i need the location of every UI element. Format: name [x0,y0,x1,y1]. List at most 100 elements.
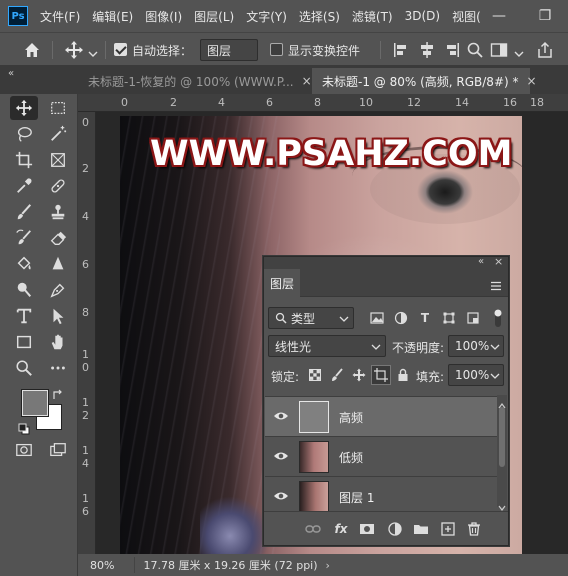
type-tool-icon[interactable] [10,304,38,328]
opacity-input[interactable]: 100% [448,335,504,357]
search-icon [275,312,287,324]
hand-tool-icon[interactable] [44,330,72,354]
collapse-panel-icon[interactable]: « [478,256,484,267]
screen-mode-icon[interactable] [44,438,72,462]
menu-type[interactable]: 文字(Y) [246,8,287,25]
restore-button[interactable]: ❐ [522,0,568,32]
menu-edit[interactable]: 编辑(E) [92,8,133,25]
add-mask-icon[interactable] [358,520,376,538]
filter-smart-object-icon[interactable] [464,309,482,327]
dodge-tool-icon[interactable] [10,278,38,302]
collapse-toolbar-icon[interactable]: « [8,68,14,79]
link-layers-icon[interactable] [304,520,322,538]
move-tool-icon[interactable] [10,96,38,120]
new-layer-icon[interactable] [439,520,457,538]
scroll-up-icon[interactable] [498,395,506,409]
close-icon[interactable]: × [302,74,312,88]
menu-filter[interactable]: 滤镜(T) [352,8,393,25]
delete-layer-icon[interactable] [465,520,483,538]
align-center-icon[interactable] [418,41,436,59]
tab-recovered-document[interactable]: 未标题-1-恢复的 @ 100% (WWW.P... × [78,68,312,94]
visibility-eye-icon[interactable] [273,450,289,462]
marquee-tool-icon[interactable] [44,96,72,120]
home-icon[interactable] [22,40,42,60]
move-tool-icon[interactable] [64,40,84,60]
chevron-down-icon[interactable] [88,44,98,57]
layers-panel: « × 图层 类型 T 线性光 不透明度: 100% 锁定: 填充: 100% … [263,255,509,546]
layer-filter-dropdown[interactable]: 类型 [268,307,354,329]
scroll-down-icon[interactable] [498,497,506,511]
eyedropper-icon[interactable] [10,174,38,198]
fx-icon[interactable]: fx [332,520,350,538]
workspace-chevron-icon[interactable] [514,44,524,57]
paint-bucket-icon[interactable] [10,252,38,276]
menu-image[interactable]: 图像(I) [145,8,182,25]
blend-mode-dropdown[interactable]: 线性光 [268,335,386,357]
panel-menu-icon[interactable] [490,277,502,291]
share-icon[interactable] [536,41,554,59]
workspace-icon[interactable] [490,41,508,59]
lasso-tool-icon[interactable] [10,122,38,146]
tab-active-document[interactable]: 未标题-1 @ 80% (高频, RGB/8#) * × [312,68,537,94]
close-icon[interactable]: × [527,74,537,88]
auto-select-target-dropdown[interactable]: 图层 [200,39,258,61]
zoom-level[interactable]: 80% [90,559,114,572]
menu-file[interactable]: 文件(F) [40,8,80,25]
history-brush-icon[interactable] [10,226,38,250]
hair-strands [120,116,280,554]
filter-adjustment-icon[interactable] [392,309,410,327]
status-chevron-icon[interactable]: › [326,559,330,572]
minimize-button[interactable]: — [476,0,522,32]
filter-shape-icon[interactable] [440,309,458,327]
foreground-color-swatch[interactable] [21,389,49,417]
layers-panel-footer: fx [264,511,508,545]
zoom-tool-icon[interactable] [10,356,38,380]
rectangle-tool-icon[interactable] [10,330,38,354]
close-panel-icon[interactable]: × [494,255,503,268]
lock-all-icon[interactable] [394,366,412,384]
adjustment-layer-icon[interactable] [386,520,404,538]
layer-row-low-freq[interactable]: 低频 [265,436,497,476]
ruler-label: 18 [530,96,544,109]
layers-scrollbar[interactable] [497,395,507,511]
clone-stamp-icon[interactable] [44,200,72,224]
new-group-icon[interactable] [412,520,430,538]
path-selection-icon[interactable] [44,304,72,328]
menu-select[interactable]: 选择(S) [299,8,340,25]
pen-tool-icon[interactable] [44,278,72,302]
swap-colors-icon[interactable] [52,386,64,399]
fill-input[interactable]: 100% [448,364,504,386]
tab-layers[interactable]: 图层 [264,269,300,297]
lock-pixels-icon[interactable] [328,366,346,384]
healing-brush-icon[interactable] [44,174,72,198]
eraser-tool-icon[interactable] [44,226,72,250]
menu-3d[interactable]: 3D(D) [405,9,440,23]
chevron-down-icon [371,344,381,350]
auto-select-checkbox[interactable] [114,43,127,56]
more-tools-icon[interactable] [44,356,72,380]
menu-layer[interactable]: 图层(L) [194,8,234,25]
crop-tool-icon[interactable] [10,148,38,172]
align-right-icon[interactable] [443,41,461,59]
quick-mask-icon[interactable] [10,438,38,462]
filter-toggle[interactable] [493,307,503,329]
filter-type-icon[interactable]: T [416,309,434,327]
default-colors-icon[interactable] [18,420,30,435]
search-icon[interactable] [466,41,484,59]
scroll-thumb[interactable] [499,407,505,467]
frame-tool-icon[interactable] [44,148,72,172]
lock-artboard-icon[interactable] [371,365,391,385]
layer-row-layer-1[interactable]: 图层 1 [265,476,497,516]
align-left-icon[interactable] [392,41,410,59]
show-transform-checkbox[interactable] [270,43,283,56]
layer-row-high-freq[interactable]: 高频 [265,396,497,436]
brush-tool-icon[interactable] [10,200,38,224]
blur-tool-icon[interactable] [44,252,72,276]
visibility-eye-icon[interactable] [273,490,289,502]
visibility-eye-icon[interactable] [273,410,289,422]
magic-wand-icon[interactable] [44,122,72,146]
filter-pixel-icon[interactable] [368,309,386,327]
lock-transparent-icon[interactable] [306,366,324,384]
layer-name: 高频 [339,411,364,425]
lock-position-icon[interactable] [350,366,368,384]
